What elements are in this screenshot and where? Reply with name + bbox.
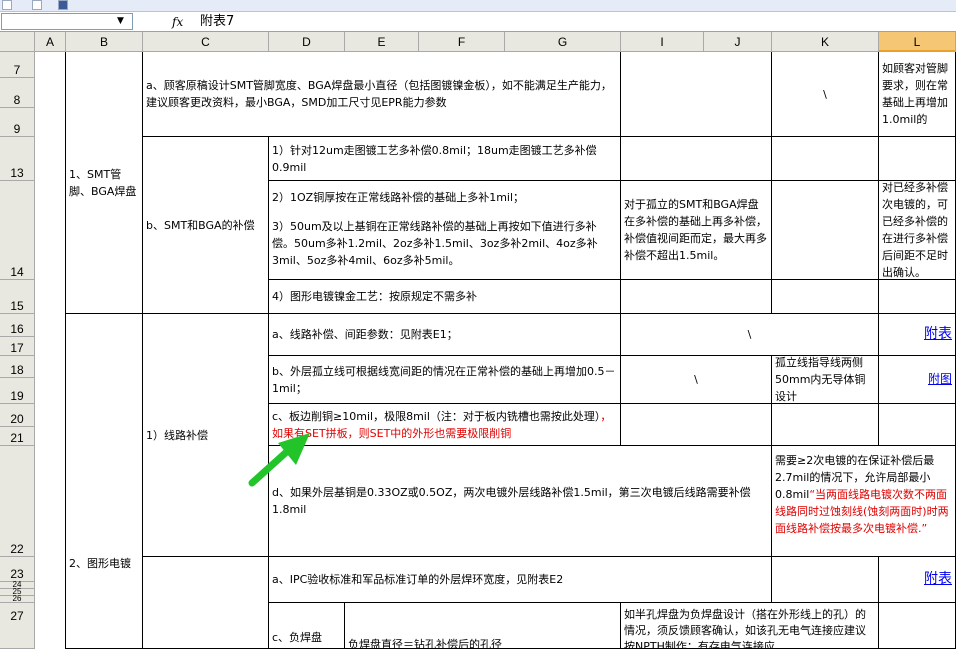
cell-l-15[interactable] — [879, 280, 956, 314]
column-header-c[interactable]: C — [143, 32, 269, 52]
row-header-18[interactable]: 18 — [0, 356, 35, 378]
cell-k-7[interactable]: \ — [772, 52, 879, 137]
cell-i-16[interactable]: \ — [621, 314, 879, 356]
column-header-a[interactable]: A — [35, 32, 66, 52]
appendix-link[interactable]: 附表 — [924, 326, 952, 343]
row-header-17[interactable]: 17 — [0, 337, 35, 356]
cell-d-15[interactable]: 4）图形电镀镍金工艺：按原规定不需多补 — [269, 280, 621, 314]
cell-l-27[interactable] — [879, 603, 956, 649]
cell-l-7[interactable]: 如顾客对管脚要求，则在常基础上再增加1.0mil的 — [879, 52, 956, 137]
cell-l-16[interactable]: 附表 — [879, 314, 956, 356]
row-header-23[interactable]: 23 — [0, 557, 35, 582]
annotation-arrow-icon — [248, 433, 310, 487]
menu-icon[interactable] — [58, 0, 68, 10]
formula-bar: ▼ fx 附表7 — [0, 12, 956, 32]
cell-k-22[interactable]: 需要≥2次电镀的在保证补偿后最2.7mil的情况下，允许局部最小0.8mil“当… — [772, 446, 956, 557]
row-header-22[interactable]: 22 — [0, 446, 35, 557]
cell-d-22[interactable]: d、如果外层基铜是0.33OZ或0.5OZ，两次电镀外层线路补偿1.5mil，第… — [269, 446, 772, 557]
appendix-link[interactable]: 附表 — [924, 571, 952, 588]
cell-d-14[interactable]: 2）1OZ铜厚按在正常线路补偿的基础上多补1mil； 3）50um及以上基铜在正… — [269, 181, 621, 280]
cell-d-18[interactable]: b、外层孤立线可根据线宽间距的情况在正常补偿的基础上再增加0.5－1mil； — [269, 356, 621, 404]
column-header-g[interactable]: G — [505, 32, 621, 52]
cell-k-20[interactable] — [772, 404, 879, 446]
column-header-l[interactable]: L — [879, 32, 956, 52]
cell-i-13[interactable] — [621, 137, 772, 181]
cell-d-14-line-2: 3）50um及以上基铜在正常线路补偿的基础上再按如下值进行多补偿。50um多补1… — [272, 220, 598, 267]
row-header-13[interactable]: 13 — [0, 137, 35, 181]
cell-d-27[interactable]: c、负焊盘 — [269, 603, 345, 649]
fx-icon[interactable]: fx — [172, 14, 188, 30]
cell-k-14[interactable] — [772, 181, 879, 280]
cell-d-20[interactable]: c、板边削铜≥10mil，极限8mil（注：对于板内铣槽也需按此处理），如果有S… — [269, 404, 621, 446]
cell-i-15[interactable] — [621, 280, 772, 314]
figure-link[interactable]: 附图 — [928, 371, 952, 388]
cell-d-14-line-1: 2）1OZ铜厚按在正常线路补偿的基础上多补1mil； — [272, 191, 525, 204]
cell-i-20[interactable] — [621, 404, 772, 446]
row-header-9[interactable]: 9 — [0, 108, 35, 137]
cell-k-13[interactable] — [772, 137, 879, 181]
pdf-icon[interactable] — [32, 0, 42, 10]
cell-d-16[interactable]: a、线路补偿、间距参数：见附表E1； — [269, 314, 621, 356]
row-header-26[interactable]: 26 — [0, 595, 35, 603]
cell-l-20[interactable] — [879, 404, 956, 446]
column-header-e[interactable]: E — [345, 32, 419, 52]
cell-i-18[interactable]: \ — [621, 356, 772, 404]
cell-d-23[interactable]: a、IPC验收标准和军品标准订单的外层焊环宽度，见附表E2 — [269, 557, 772, 603]
cell-l-14[interactable]: 对已经多补偿次电镀的，可已经多补偿的在进行多补偿后间距不足时出确认。 — [879, 181, 956, 280]
cell-d-13[interactable]: 1）针对12um走图镀工艺多补偿0.8mil；18um走图镀工艺多补偿0.9mi… — [269, 137, 621, 181]
cell-k-23[interactable] — [772, 557, 879, 603]
cell-c-23[interactable] — [143, 557, 269, 649]
cell-l-18[interactable]: 附图 — [879, 356, 956, 404]
column-header-f[interactable]: F — [419, 32, 505, 52]
column-header-b[interactable]: B — [66, 32, 143, 52]
chevron-down-icon[interactable]: ▼ — [110, 14, 131, 29]
select-all-corner[interactable] — [0, 32, 35, 52]
cell-b-plating[interactable]: 2、图形电镀 — [66, 314, 143, 649]
cell-k-18[interactable]: 孤立线指导线两侧50mm内无导体铜设计 — [772, 356, 879, 404]
cell-i-14[interactable]: 对于孤立的SMT和BGA焊盘在多补偿的基础上再多补偿，补偿值视间距而定，最大再多… — [621, 181, 772, 280]
row-header-7[interactable]: 7 — [0, 52, 35, 78]
column-header-j[interactable]: J — [704, 32, 772, 52]
cell-l-23[interactable]: 附表 — [879, 557, 956, 603]
row-header-15[interactable]: 15 — [0, 280, 35, 314]
cell-c-smt-b[interactable]: b、SMT和BGA的补偿 — [143, 137, 269, 314]
formula-input[interactable]: 附表7 — [200, 13, 234, 31]
row-header-20[interactable]: 20 — [0, 404, 35, 427]
column-header-d[interactable]: D — [269, 32, 345, 52]
pdf-icon[interactable] — [2, 0, 12, 10]
cell-l-13[interactable] — [879, 137, 956, 181]
row-header-27[interactable]: 27 — [0, 603, 35, 649]
cell-i-27[interactable]: 如半孔焊盘为负焊盘设计（搭在外形线上的孔）的情况，须反馈顾客确认，如该孔无电气连… — [621, 603, 879, 649]
cell-c-smt-a[interactable]: a、顾客原稿设计SMT管脚宽度、BGA焊盘最小直径（包括图镀镍金板），如不能满足… — [143, 52, 621, 137]
cell-i-7[interactable] — [621, 52, 772, 137]
toolbar — [0, 0, 956, 12]
column-a-cells[interactable] — [35, 52, 66, 649]
row-header-16[interactable]: 16 — [0, 314, 35, 337]
row-header-19[interactable]: 19 — [0, 378, 35, 404]
row-header-8[interactable]: 8 — [0, 78, 35, 108]
cell-e-27[interactable]: 负焊盘直径＝钻孔补偿后的孔径 — [345, 603, 621, 649]
cell-b-smt[interactable]: 1、SMT管脚、BGA焊盘 — [66, 52, 143, 314]
row-header-14[interactable]: 14 — [0, 181, 35, 280]
column-header-k[interactable]: K — [772, 32, 879, 52]
column-header-i[interactable]: I — [621, 32, 704, 52]
row-header-21[interactable]: 21 — [0, 427, 35, 446]
cell-k-15[interactable] — [772, 280, 879, 314]
